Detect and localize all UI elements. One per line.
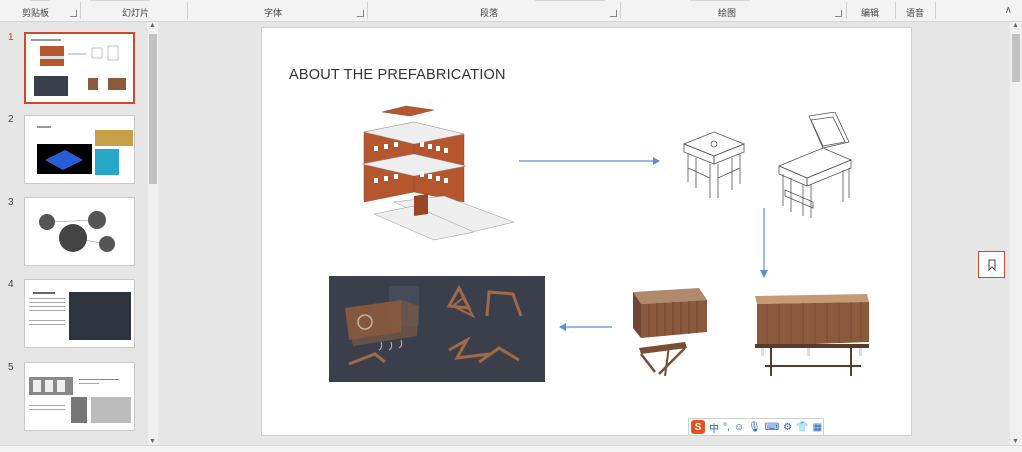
clipboard-launcher-icon[interactable] [70, 10, 77, 17]
divider [935, 2, 936, 19]
divider [80, 2, 81, 19]
divider [367, 2, 368, 19]
thumbnail-pane: 1 2 3 4 5 [0, 22, 160, 445]
chair-line-drawing[interactable] [773, 112, 855, 220]
divider [620, 2, 621, 19]
ribbon-control-fragment[interactable] [690, 0, 750, 1]
exploded-building-illustration[interactable] [354, 102, 522, 242]
scroll-down-arrow-icon[interactable]: ▼ [149, 438, 156, 445]
ribbon-control-fragment[interactable] [30, 0, 50, 1]
slide-thumbnail-3[interactable] [24, 197, 135, 266]
arrow-left-icon [559, 323, 612, 331]
slide-thumbnail-4[interactable] [24, 279, 135, 348]
skin-shirt-icon[interactable]: 👕 [796, 422, 808, 433]
keyboard-icon[interactable]: ⌨ [765, 422, 779, 433]
group-label-paragraph: 段落 [480, 8, 499, 18]
emoji-icon[interactable]: ☺ [734, 422, 744, 433]
group-label-editing: 编辑 [861, 8, 880, 18]
scroll-down-arrow-icon[interactable]: ▼ [1012, 438, 1019, 445]
thumbnail-number: 1 [8, 32, 14, 43]
sogou-logo-icon[interactable]: S [691, 420, 705, 434]
divider [187, 2, 188, 19]
scroll-up-arrow-icon[interactable]: ▲ [1012, 22, 1019, 29]
paragraph-launcher-icon[interactable] [610, 10, 617, 17]
divider [895, 2, 896, 19]
group-label-font: 字体 [264, 8, 283, 18]
thumbnail-number: 5 [8, 362, 14, 373]
large-crate-render[interactable] [751, 292, 871, 382]
group-label-slides: 幻灯片 [122, 8, 150, 18]
ribbon-control-fragment[interactable] [535, 0, 605, 1]
drawing-launcher-icon[interactable] [835, 10, 842, 17]
bookmark-icon [988, 259, 995, 271]
scroll-up-arrow-icon[interactable]: ▲ [149, 22, 156, 29]
ime-mode-toggle[interactable]: 中 [709, 420, 719, 435]
arrow-right-icon [519, 157, 660, 165]
slide-thumbnail-2[interactable] [24, 115, 135, 184]
thumbnail-number: 2 [8, 114, 14, 125]
divider [846, 2, 847, 19]
font-launcher-icon[interactable] [357, 10, 364, 17]
arrow-down-icon [760, 208, 768, 278]
stool-line-drawing[interactable] [680, 128, 748, 202]
slide-thumbnail-5[interactable] [24, 362, 135, 431]
slide-title[interactable]: ABOUT THE PREFABRICATION [289, 67, 506, 83]
ribbon: 剪贴板 幻灯片 字体 段落 绘图 编辑 语音 ∧ [0, 0, 1022, 22]
wooden-box-render[interactable] [629, 286, 713, 380]
scroll-thumb[interactable] [149, 34, 157, 184]
ime-toolbar[interactable]: S 中 °, ☺ 🎙 ⌨ ⚙ 👕 ▦ [688, 418, 824, 436]
thumbnail-number: 3 [8, 197, 14, 208]
scroll-thumb[interactable] [1012, 34, 1020, 82]
slide-canvas[interactable]: ABOUT THE PREFABRICATION [262, 28, 911, 435]
slide-thumbnail-1[interactable] [24, 32, 135, 104]
ribbon-control-fragment[interactable] [90, 0, 150, 1]
editor-scrollbar[interactable]: ▲ ▼ [1010, 22, 1022, 445]
group-label-voice: 语音 [906, 8, 925, 18]
grid-menu-icon[interactable]: ▦ [813, 422, 822, 433]
collapse-ribbon-icon[interactable]: ∧ [1005, 5, 1012, 16]
punctuation-icon[interactable]: °, [723, 422, 730, 433]
thumbnail-scrollbar[interactable]: ▲ ▼ [148, 22, 158, 445]
thumbnail-number: 4 [8, 279, 14, 290]
toolbox-icon[interactable]: ⚙ [783, 422, 792, 433]
bookmark-button[interactable] [978, 251, 1005, 278]
microphone-icon[interactable]: 🎙 [748, 422, 761, 433]
dark-render-panel[interactable] [329, 276, 545, 382]
group-label-clipboard: 剪贴板 [22, 8, 50, 18]
group-label-drawing: 绘图 [718, 8, 737, 18]
